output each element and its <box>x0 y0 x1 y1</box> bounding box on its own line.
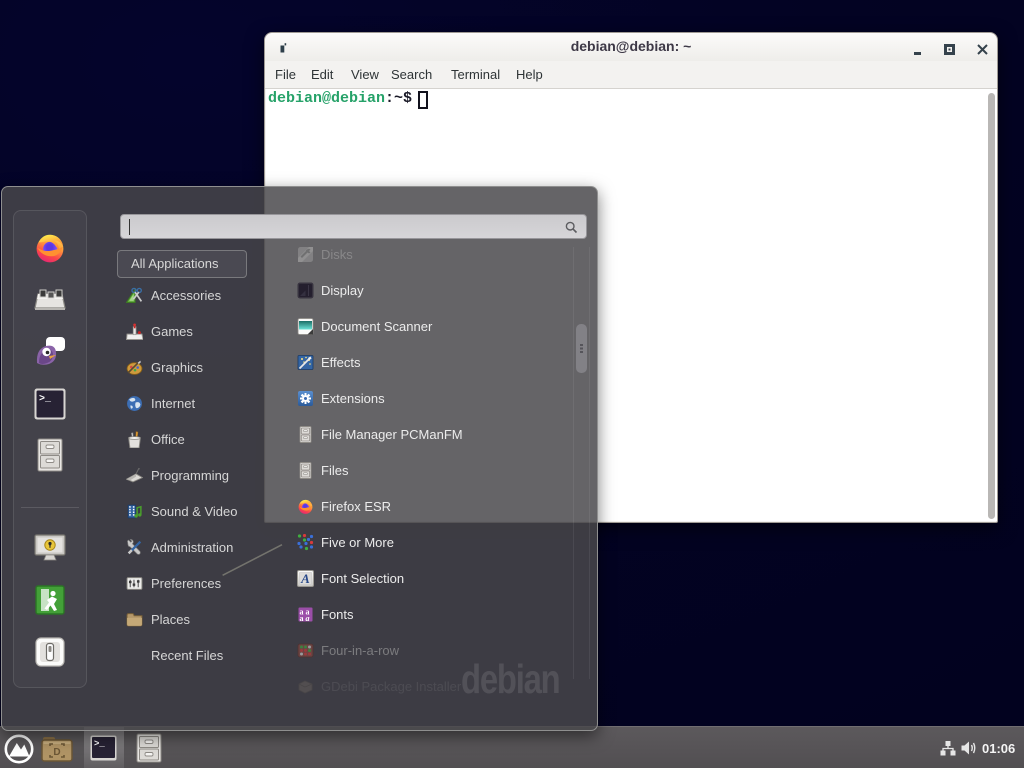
svg-text:a: a <box>300 614 304 623</box>
svg-text:a: a <box>306 614 310 623</box>
svg-text:D: D <box>53 747 60 758</box>
svg-text:>_: >_ <box>39 394 52 405</box>
svg-text:A: A <box>300 571 310 586</box>
svg-text:>_: >_ <box>94 739 105 749</box>
